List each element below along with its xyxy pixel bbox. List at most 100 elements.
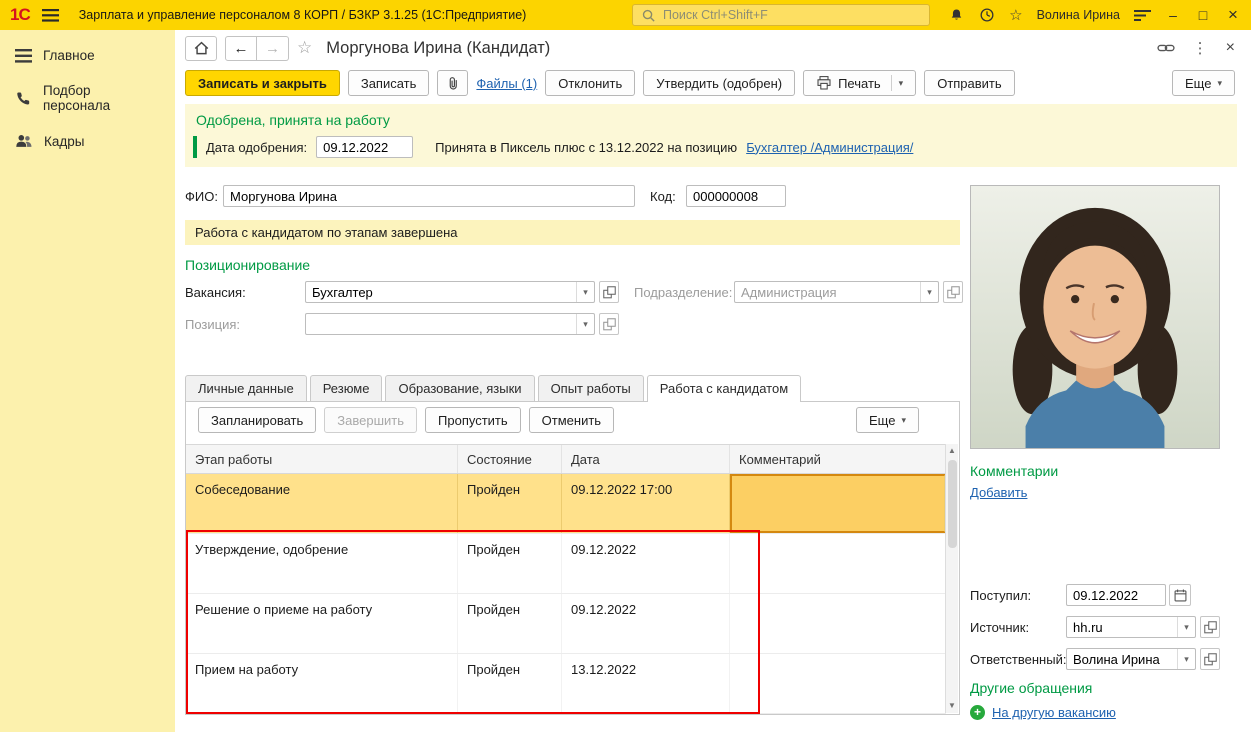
chevron-down-icon[interactable]: ▾ bbox=[1177, 649, 1195, 669]
stage-cell[interactable]: Утверждение, одобрение bbox=[186, 534, 458, 593]
chevron-down-icon[interactable]: ▾ bbox=[576, 314, 594, 334]
position-combobox[interactable]: ▾ bbox=[305, 313, 595, 335]
history-icon[interactable] bbox=[979, 7, 995, 23]
position-open-button[interactable] bbox=[599, 313, 619, 335]
maximize-button[interactable]: □ bbox=[1195, 7, 1211, 23]
send-button[interactable]: Отправить bbox=[924, 70, 1014, 96]
scroll-up-icon[interactable]: ▲ bbox=[948, 444, 956, 458]
print-button[interactable]: Печать ▾ bbox=[803, 70, 916, 96]
vacancy-row: Вакансия: ▾ Подразделение: ▾ bbox=[185, 281, 963, 303]
stage-more-button[interactable]: Еще ▾ bbox=[856, 407, 919, 433]
table-row[interactable]: Собеседование Пройден 09.12.2022 17:00 bbox=[186, 474, 946, 534]
date-cell[interactable]: 09.12.2022 bbox=[562, 594, 730, 653]
column-header-state[interactable]: Состояние bbox=[458, 445, 562, 473]
minimize-button[interactable]: – bbox=[1165, 7, 1181, 23]
approve-button[interactable]: Утвердить (одобрен) bbox=[643, 70, 795, 96]
toolbar-more-button[interactable]: Еще ▾ bbox=[1172, 70, 1235, 96]
table-scrollbar[interactable]: ▲ ▼ bbox=[945, 444, 958, 713]
comment-cell[interactable] bbox=[730, 654, 946, 713]
date-cell[interactable]: 13.12.2022 bbox=[562, 654, 730, 713]
source-value[interactable] bbox=[1067, 617, 1177, 637]
comment-cell[interactable] bbox=[730, 534, 946, 593]
sidebar-item-hr[interactable]: Кадры bbox=[0, 123, 175, 159]
vacancy-open-button[interactable] bbox=[599, 281, 619, 303]
stage-cell[interactable]: Собеседование bbox=[186, 474, 458, 533]
more-menu-icon[interactable]: ⋮ bbox=[1193, 39, 1208, 57]
table-row[interactable]: Прием на работу Пройден 13.12.2022 bbox=[186, 654, 946, 714]
window-close-button[interactable]: × bbox=[1225, 5, 1241, 25]
other-vacancy-link[interactable]: На другую вакансию bbox=[992, 705, 1116, 720]
state-cell[interactable]: Пройден bbox=[458, 654, 562, 713]
notifications-icon[interactable] bbox=[948, 7, 965, 23]
document-close-button[interactable]: × bbox=[1226, 39, 1235, 57]
calendar-icon[interactable] bbox=[1169, 584, 1191, 606]
sidebar-item-recruiting[interactable]: Подбор персонала bbox=[0, 73, 175, 123]
save-button[interactable]: Записать bbox=[348, 70, 430, 96]
comment-cell[interactable] bbox=[730, 594, 946, 653]
stage-cell[interactable]: Решение о приеме на работу bbox=[186, 594, 458, 653]
department-open-button[interactable] bbox=[943, 281, 963, 303]
date-cell[interactable]: 09.12.2022 bbox=[562, 534, 730, 593]
column-header-stage[interactable]: Этап работы bbox=[186, 445, 458, 473]
approval-date-field[interactable] bbox=[316, 136, 413, 158]
chevron-down-icon[interactable]: ▾ bbox=[576, 282, 594, 302]
responsible-value[interactable] bbox=[1067, 649, 1177, 669]
sidebar-item-main[interactable]: Главное bbox=[0, 38, 175, 73]
fio-field[interactable] bbox=[223, 185, 635, 207]
tab-experience[interactable]: Опыт работы bbox=[538, 375, 644, 401]
connection-quality-icon[interactable] bbox=[1134, 9, 1151, 22]
source-open-button[interactable] bbox=[1200, 616, 1220, 638]
cancel-button[interactable]: Отменить bbox=[529, 407, 614, 433]
favorite-toggle-icon[interactable]: ☆ bbox=[297, 38, 312, 58]
scrollbar-thumb[interactable] bbox=[948, 460, 957, 548]
source-row: Источник: ▾ bbox=[970, 616, 1242, 638]
column-header-date[interactable]: Дата bbox=[562, 445, 730, 473]
home-button[interactable] bbox=[185, 36, 217, 61]
received-date-field[interactable] bbox=[1066, 584, 1166, 606]
sidebar-item-label: Подбор персонала bbox=[43, 83, 160, 113]
source-label: Источник: bbox=[970, 620, 1066, 635]
files-link[interactable]: Файлы (1) bbox=[476, 76, 537, 91]
back-button[interactable]: ← bbox=[225, 36, 257, 61]
state-cell[interactable]: Пройден bbox=[458, 594, 562, 653]
vacancy-combobox[interactable]: ▾ bbox=[305, 281, 595, 303]
save-and-close-button[interactable]: Записать и закрыть bbox=[185, 70, 340, 96]
tab-candidate-work[interactable]: Работа с кандидатом bbox=[647, 375, 801, 402]
responsible-open-button[interactable] bbox=[1200, 648, 1220, 670]
hired-position-link[interactable]: Бухгалтер /Администрация/ bbox=[746, 140, 913, 155]
attachments-button[interactable] bbox=[437, 70, 468, 96]
vacancy-value[interactable] bbox=[306, 282, 576, 302]
forward-button[interactable]: → bbox=[257, 36, 289, 61]
responsible-combobox[interactable]: ▾ bbox=[1066, 648, 1196, 670]
chevron-down-icon[interactable]: ▾ bbox=[920, 282, 938, 302]
department-value[interactable] bbox=[735, 282, 920, 302]
tab-personal-data[interactable]: Личные данные bbox=[185, 375, 307, 401]
code-field[interactable] bbox=[686, 185, 786, 207]
state-cell[interactable]: Пройден bbox=[458, 474, 562, 533]
scroll-down-icon[interactable]: ▼ bbox=[948, 699, 956, 713]
history-nav: ← → bbox=[225, 36, 289, 61]
stage-cell[interactable]: Прием на работу bbox=[186, 654, 458, 713]
skip-button[interactable]: Пропустить bbox=[425, 407, 521, 433]
decline-button[interactable]: Отклонить bbox=[545, 70, 635, 96]
user-menu[interactable]: Волина Ирина bbox=[1037, 8, 1120, 22]
column-header-comment[interactable]: Комментарий bbox=[730, 445, 946, 473]
other-vacancy-row: + На другую вакансию bbox=[970, 705, 1242, 720]
comment-cell-selected[interactable] bbox=[730, 474, 946, 533]
department-combobox[interactable]: ▾ bbox=[734, 281, 939, 303]
chevron-down-icon[interactable]: ▾ bbox=[1177, 617, 1195, 637]
plan-button[interactable]: Запланировать bbox=[198, 407, 316, 433]
favorites-icon[interactable]: ☆ bbox=[1009, 6, 1022, 24]
tab-resume[interactable]: Резюме bbox=[310, 375, 383, 401]
date-cell[interactable]: 09.12.2022 17:00 bbox=[562, 474, 730, 533]
table-row[interactable]: Утверждение, одобрение Пройден 09.12.202… bbox=[186, 534, 946, 594]
add-comment-link[interactable]: Добавить bbox=[970, 485, 1027, 500]
source-combobox[interactable]: ▾ bbox=[1066, 616, 1196, 638]
position-value[interactable] bbox=[306, 314, 576, 334]
main-menu-icon[interactable] bbox=[42, 9, 59, 22]
table-row[interactable]: Решение о приеме на работу Пройден 09.12… bbox=[186, 594, 946, 654]
tab-education[interactable]: Образование, языки bbox=[385, 375, 534, 401]
get-link-icon[interactable] bbox=[1157, 41, 1175, 55]
global-search[interactable]: Поиск Ctrl+Shift+F bbox=[632, 4, 930, 26]
state-cell[interactable]: Пройден bbox=[458, 534, 562, 593]
